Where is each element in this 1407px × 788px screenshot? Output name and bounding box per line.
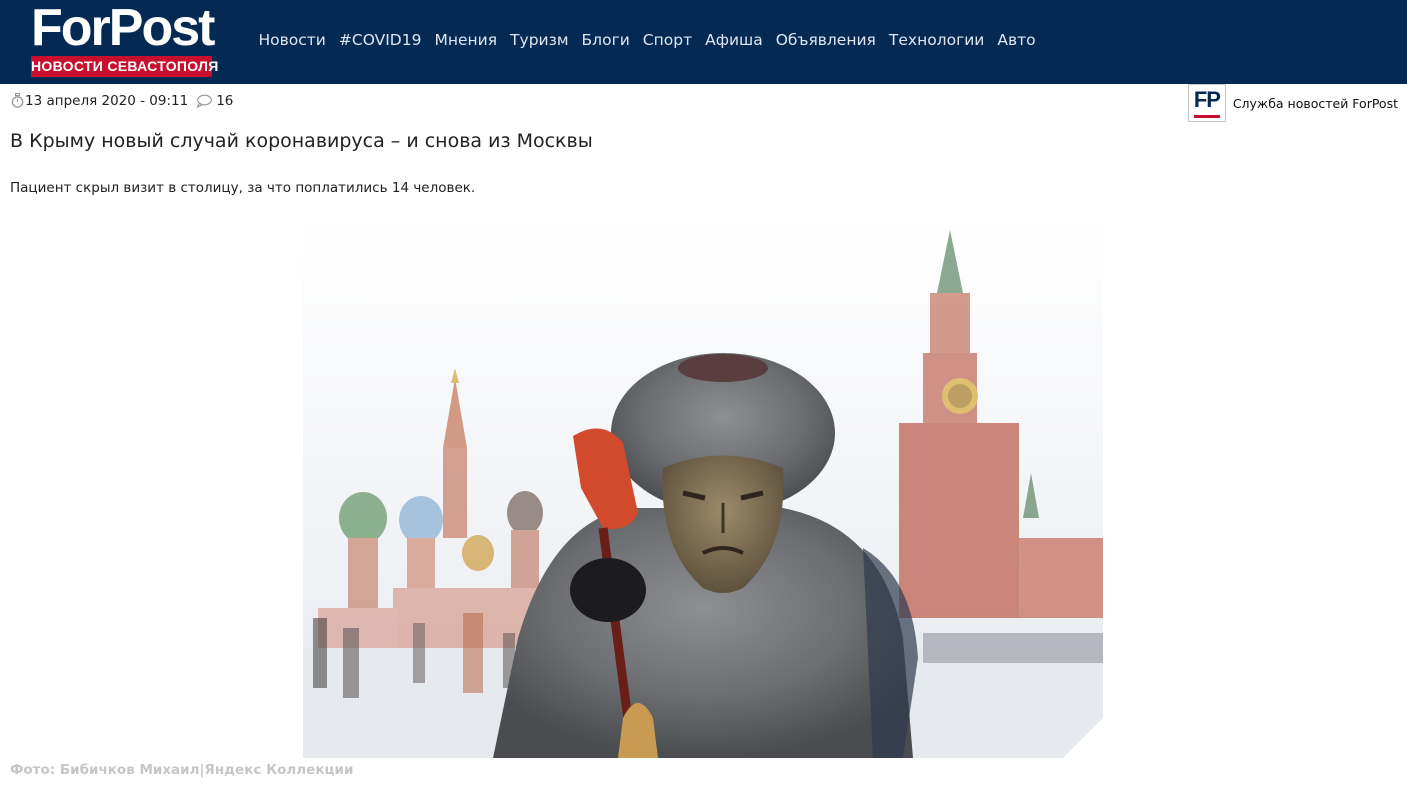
- nav-item-opinions[interactable]: Мнения: [428, 28, 504, 52]
- nav-item-classifieds[interactable]: Объявления: [769, 28, 882, 52]
- speech-bubble-icon: [196, 94, 213, 108]
- site-header: ForPost НОВОСТИ СЕВАСТОПОЛЯ Новости #COV…: [0, 0, 1407, 84]
- article-title: В Крыму новый случай коронавируса – и сн…: [10, 130, 593, 152]
- site-logo[interactable]: ForPost НОВОСТИ СЕВАСТОПОЛЯ: [31, 0, 218, 78]
- author-badge: FP: [1193, 87, 1221, 112]
- article-date: 13 апреля 2020 - 09:11: [25, 93, 189, 109]
- nav-item-sport[interactable]: Спорт: [636, 28, 698, 52]
- author-link[interactable]: FP Служба новостей ForPost: [1187, 84, 1398, 122]
- nav-item-afisha[interactable]: Афиша: [699, 28, 770, 52]
- article-meta: 13 апреля 2020 - 09:11 16: [11, 93, 233, 109]
- nav-item-technology[interactable]: Технологии: [882, 28, 990, 52]
- nav-item-tourism[interactable]: Туризм: [504, 28, 576, 52]
- article-photo: [303, 218, 1103, 758]
- nav-item-auto[interactable]: Авто: [991, 28, 1042, 52]
- photo-caption: Фото: Бибичков Михаил|Яндекс Коллекции: [10, 762, 354, 778]
- author-avatar: FP: [1187, 84, 1226, 122]
- photo-illustration: [303, 218, 1103, 758]
- nav-item-news[interactable]: Новости: [252, 28, 332, 52]
- logo-subtitle: НОВОСТИ СЕВАСТОПОЛЯ: [31, 56, 218, 77]
- comments-count: 16: [216, 93, 234, 109]
- comments-link[interactable]: 16: [196, 93, 233, 109]
- logo-wordmark: ForPost: [31, 0, 215, 57]
- stopwatch-icon: [11, 93, 24, 109]
- nav-item-covid19[interactable]: #COVID19: [332, 28, 428, 52]
- main-nav: Новости #COVID19 Мнения Туризм Блоги Спо…: [252, 28, 1042, 52]
- article-lead: Пациент скрыл визит в столицу, за что по…: [10, 180, 476, 196]
- nav-item-blogs[interactable]: Блоги: [575, 28, 636, 52]
- author-name: Служба новостей ForPost: [1232, 95, 1398, 111]
